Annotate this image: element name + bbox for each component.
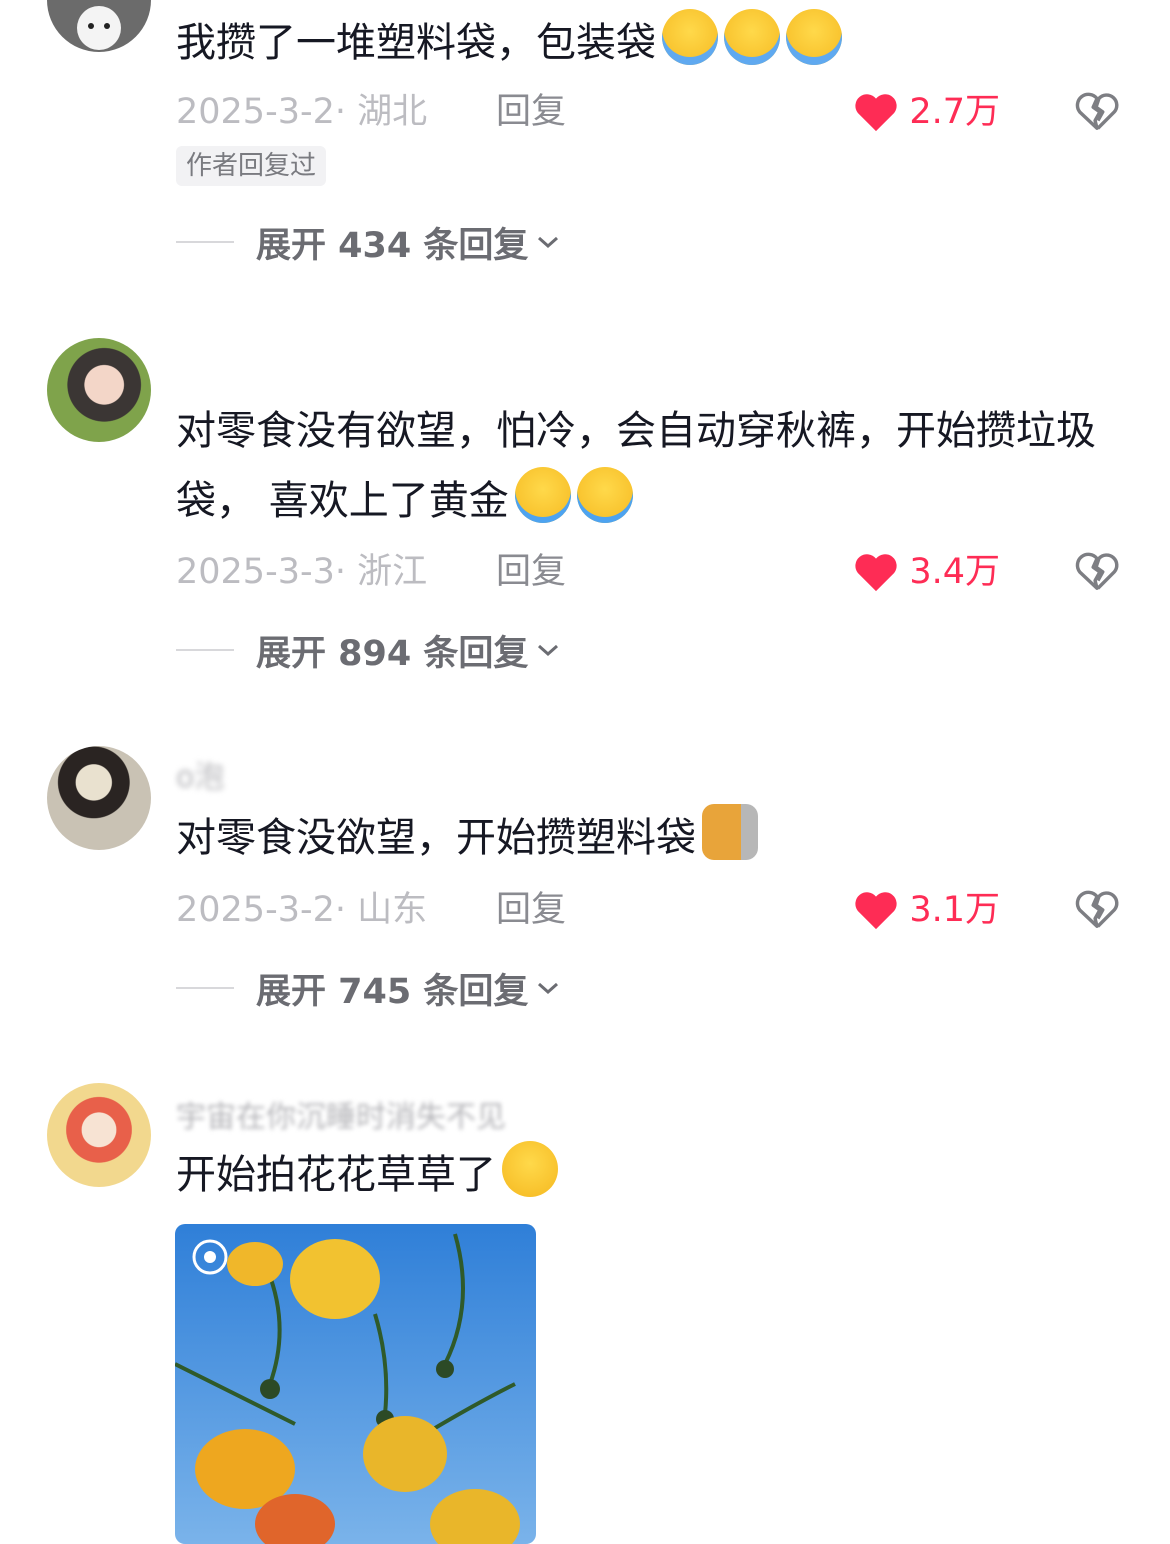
heart-icon bbox=[855, 892, 897, 930]
like-button[interactable]: 3.4万 bbox=[853, 547, 1000, 597]
author-replied-tag: 作者回复过 bbox=[176, 146, 327, 186]
comment-text: 对零食没有欲望，怕冷，会自动穿秋裤，开始攒垃圾袋， 喜欢上了黄金 bbox=[176, 408, 1096, 524]
date-location: 2025-3-2· 山东 bbox=[176, 890, 428, 930]
like-count: 2.7万 bbox=[909, 92, 1000, 132]
expand-replies-button[interactable]: 展开 434 条回复 bbox=[176, 217, 560, 267]
heart-icon bbox=[855, 94, 897, 132]
expand-replies-button[interactable]: 展开 894 条回复 bbox=[176, 625, 560, 675]
divider bbox=[176, 241, 234, 243]
comment-text: 我攒了一堆塑料袋，包装袋 bbox=[176, 8, 1136, 78]
divider bbox=[176, 987, 234, 989]
tearful-laugh-emoji bbox=[576, 467, 633, 523]
loudly-crying-emoji bbox=[662, 9, 718, 65]
broken-heart-icon[interactable] bbox=[1074, 887, 1120, 931]
username[interactable]: 宇宙在你沉睡时消失不见 bbox=[176, 1092, 506, 1136]
grinning-emoji bbox=[502, 1141, 558, 1197]
broken-heart-icon[interactable] bbox=[1074, 549, 1120, 593]
loudly-crying-emoji bbox=[724, 9, 780, 65]
comment-meta: 2025-3-2· 山东 回复 3.1万 bbox=[176, 885, 1130, 935]
expand-replies-button[interactable]: 展开 745 条回复 bbox=[176, 963, 560, 1013]
avatar[interactable] bbox=[47, 746, 151, 850]
comment-text: 开始拍花花草草了 bbox=[176, 1140, 1136, 1210]
broken-heart-icon[interactable] bbox=[1074, 89, 1120, 133]
chevron-down-icon bbox=[538, 236, 559, 249]
like-count: 3.1万 bbox=[909, 890, 1000, 930]
comment-meta: 2025-3-2· 湖北 回复 2.7万 bbox=[176, 87, 1130, 137]
like-button[interactable]: 3.1万 bbox=[853, 885, 1000, 935]
like-button[interactable]: 2.7万 bbox=[853, 87, 1000, 137]
comment-text: 对零食没欲望，开始攒塑料袋 bbox=[176, 803, 1136, 873]
yellow-poppies-photo bbox=[175, 1224, 536, 1544]
peeking-cat-emoji bbox=[702, 804, 758, 860]
date-location: 2025-3-2· 湖北 bbox=[176, 92, 428, 132]
like-count: 3.4万 bbox=[909, 552, 1000, 592]
reply-button[interactable]: 回复 bbox=[496, 885, 566, 935]
comment-meta: 2025-3-3· 浙江 回复 3.4万 bbox=[176, 547, 1130, 597]
date-location: 2025-3-3· 浙江 bbox=[176, 552, 428, 592]
reply-button[interactable]: 回复 bbox=[496, 547, 566, 597]
avatar[interactable] bbox=[47, 338, 151, 442]
chevron-down-icon bbox=[538, 982, 559, 995]
avatar[interactable] bbox=[47, 0, 151, 52]
tearful-laugh-emoji bbox=[514, 467, 571, 523]
comment-photo[interactable] bbox=[175, 1224, 536, 1544]
avatar[interactable] bbox=[47, 1083, 151, 1187]
heart-icon bbox=[855, 554, 897, 592]
divider bbox=[176, 649, 234, 651]
chevron-down-icon bbox=[538, 644, 559, 657]
loudly-crying-emoji bbox=[786, 9, 842, 65]
avatar-cartoon-icon bbox=[77, 6, 121, 50]
reply-button[interactable]: 回复 bbox=[496, 87, 566, 137]
username[interactable]: o泡 bbox=[176, 752, 224, 796]
